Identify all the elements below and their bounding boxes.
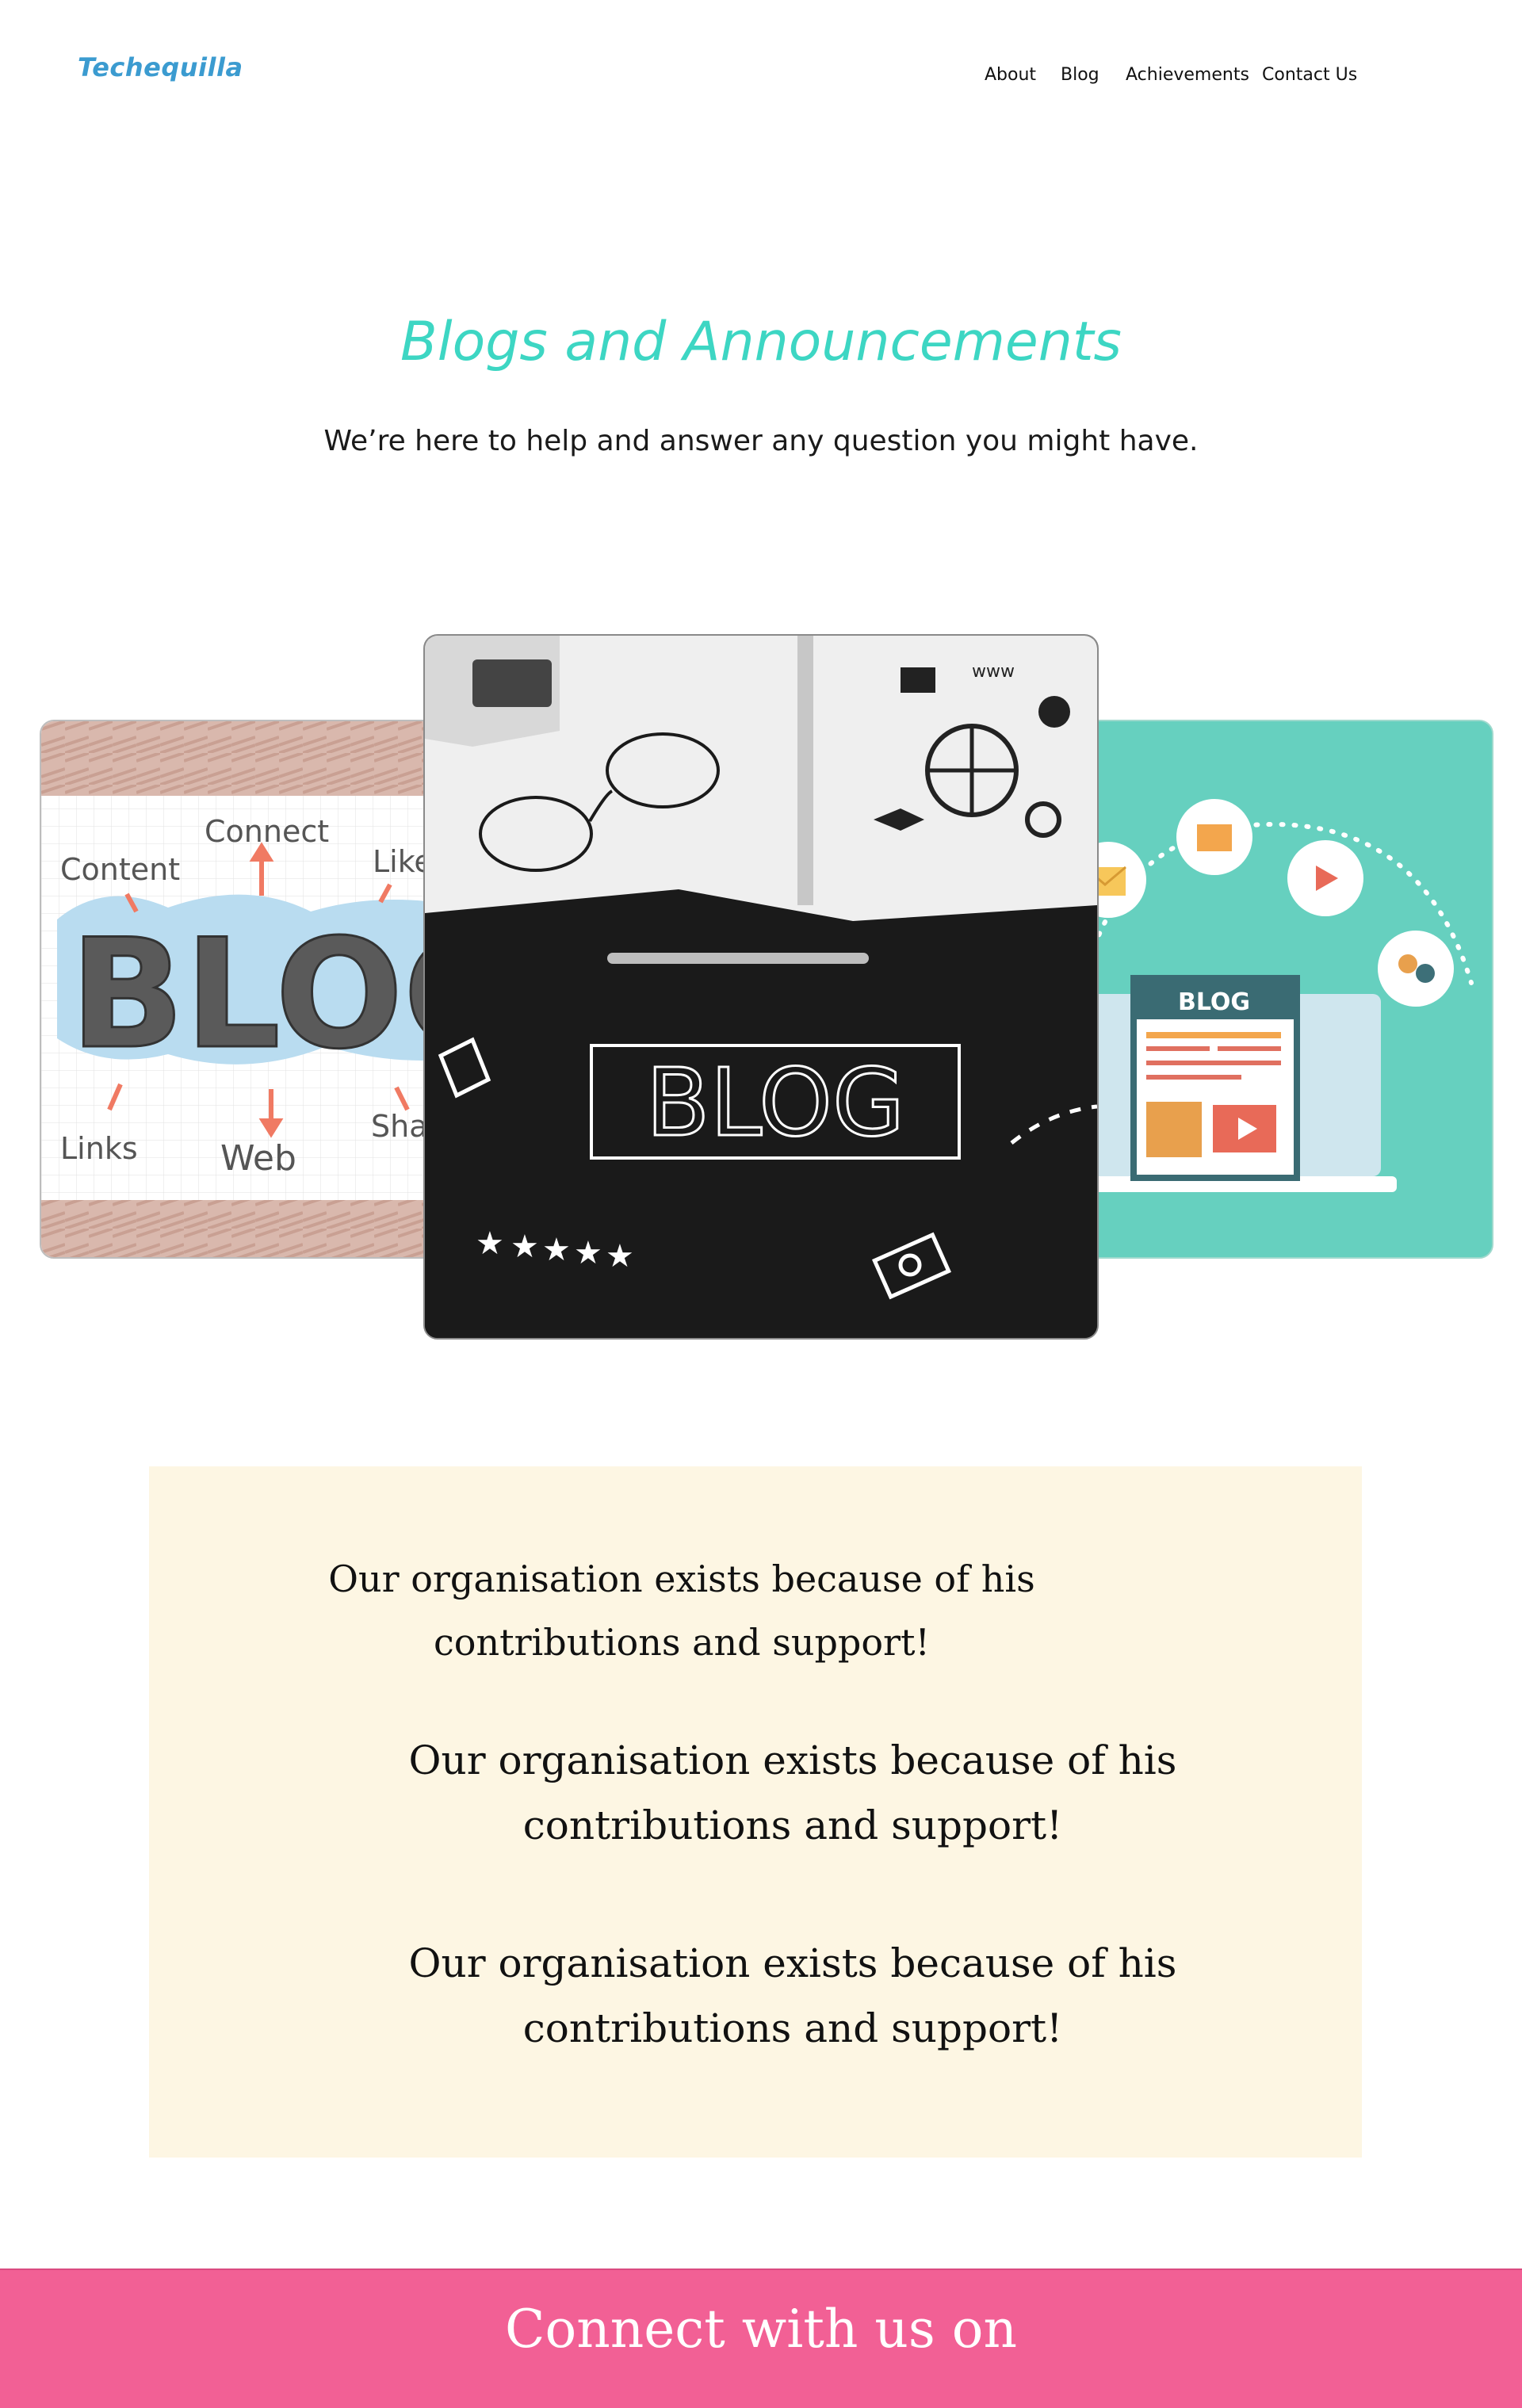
support-message: Our organisation exists because of his c… bbox=[328, 1558, 1035, 1664]
page-title: Blogs and Announcements bbox=[400, 311, 1122, 373]
svg-text:★: ★ bbox=[476, 1225, 504, 1262]
center-image-www: www bbox=[972, 662, 1015, 682]
left-image-tag: Content bbox=[60, 852, 180, 887]
nav-link-contact-us[interactable]: Contact Us bbox=[1262, 65, 1357, 85]
left-image-tag: Connect bbox=[205, 814, 329, 849]
footer-connect-text: Connect with us on bbox=[505, 2299, 1017, 2360]
blog-whiteboard-illustration: Content Connect Like Links Web Sha BLOG bbox=[41, 721, 485, 1257]
blog-laptop-illustration: BLOG bbox=[1059, 721, 1492, 1257]
svg-text:★: ★ bbox=[606, 1238, 634, 1275]
left-image-tag: Links bbox=[60, 1131, 138, 1166]
center-image-blog-word: BLOG bbox=[646, 1048, 905, 1157]
blog-desk-illustration: www BLOG ★ ★ ★ ★ ★ bbox=[425, 636, 1097, 1338]
nav-link-blog[interactable]: Blog bbox=[1061, 65, 1099, 85]
blog-image-left[interactable]: Content Connect Like Links Web Sha BLOG bbox=[40, 720, 487, 1259]
support-message: Our organisation exists because of his c… bbox=[408, 1737, 1177, 1848]
left-image-tag: Web bbox=[220, 1138, 296, 1179]
nav-link-achievements[interactable]: Achievements bbox=[1126, 65, 1249, 85]
left-image-tag: Sha bbox=[371, 1109, 428, 1144]
blog-image-center[interactable]: www BLOG ★ ★ ★ ★ ★ bbox=[423, 634, 1099, 1340]
right-image-blog-word: BLOG bbox=[1178, 988, 1250, 1016]
support-message: Our organisation exists because of his c… bbox=[408, 1940, 1177, 2051]
brand-logo[interactable]: Techequilla bbox=[78, 52, 243, 82]
svg-text:★: ★ bbox=[542, 1232, 571, 1268]
blog-image-right[interactable]: BLOG bbox=[1057, 720, 1493, 1259]
nav-link-about[interactable]: About bbox=[985, 65, 1036, 85]
page-subtitle: We’re here to help and answer any questi… bbox=[323, 425, 1199, 457]
svg-text:★: ★ bbox=[511, 1229, 539, 1265]
svg-text:★: ★ bbox=[574, 1235, 602, 1271]
